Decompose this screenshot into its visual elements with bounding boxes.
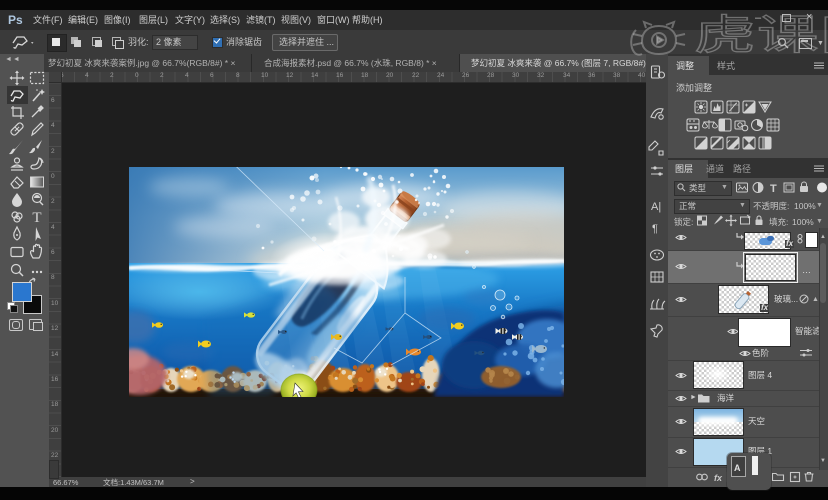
svg-text:fx: fx: [714, 473, 723, 483]
svg-text:T: T: [770, 183, 777, 194]
svg-text:A|: A|: [651, 201, 661, 213]
svg-text:¶: ¶: [652, 223, 658, 235]
svg-text:T: T: [32, 210, 41, 226]
